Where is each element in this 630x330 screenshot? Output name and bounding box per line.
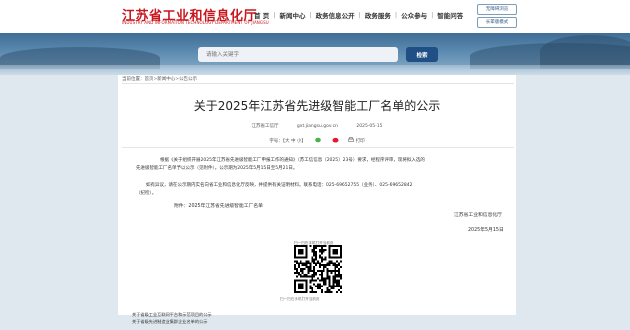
nav-public[interactable]: 公众参与 [397, 10, 431, 20]
printer-icon [348, 137, 355, 142]
qr-code-icon [294, 245, 342, 293]
breadcrumb-notices[interactable]: 公告公示 [179, 77, 197, 82]
site-header: 江苏省工业和信息化厅 INDUSTRY AND INFORMATION TECH… [0, 0, 630, 33]
related-links: 关于省级工业互联网平台和示范项目的公示 关于省级先进制造业集群企业名单的公示 [132, 312, 212, 325]
nav-home[interactable]: 首 页 [250, 10, 273, 20]
nav-news[interactable]: 新闻中心 [275, 10, 309, 20]
signature-date: 2025年5月15日 [468, 228, 504, 233]
paragraph-line: 先进级智能工厂名单予以公示（见附件）。公示期为2025年5月15日至5月21日。 [136, 166, 298, 172]
related-link[interactable]: 关于省级先进制造业集群企业名单的公示 [132, 319, 212, 326]
banner-water [0, 65, 630, 75]
nav-qa[interactable]: 智能问答 [433, 10, 467, 20]
main-nav: 首 页 | 新闻中心 | 政务信息公开 | 政务服务 | 公众参与 | 智能问答 [250, 10, 467, 20]
paragraph-line: （纪检）。 [136, 191, 157, 197]
paragraph-line: 根据《关于组织开展2025年江苏省先进级智能工厂申报工作的通知》（苏工信信息〔2… [160, 158, 425, 163]
article-paragraph: 根据《关于组织开展2025年江苏省先进级智能工厂申报工作的通知》（苏工信信息〔2… [118, 157, 516, 173]
nav-gov-info[interactable]: 政务信息公开 [312, 10, 359, 20]
article-date: 2025-05-15 [356, 124, 383, 129]
article-paragraph: 如有异议，请在公示期内实名向省工业和信息化厅反映，并提供有关证明材料。联系电话：… [118, 182, 516, 198]
breadcrumb-label: 当前位置： [122, 77, 145, 82]
breadcrumb: 当前位置：首页>新闻中心>公告公示 [122, 75, 514, 84]
weibo-share-icon[interactable] [332, 137, 340, 144]
breadcrumb-home[interactable]: 首页 [145, 77, 154, 82]
article-source: 江苏省工信厅 [251, 124, 279, 129]
article-title: 关于2025年江苏省先进级智能工厂名单的公示 [193, 99, 441, 113]
article-meta: 江苏省工信厅 gxt.jiangsu.gov.cn 2025-05-15 [118, 123, 516, 129]
wechat-share-icon[interactable] [315, 137, 323, 144]
site-subtitle: INDUSTRY AND INFORMATION TECHNOLOGY DEPA… [122, 20, 269, 25]
qr-caption: 扫一扫在手机打开当前页 [280, 297, 320, 301]
nav-gov-service[interactable]: 政务服务 [361, 10, 395, 20]
font-size-control[interactable]: 字号：【大 中 小】 [269, 139, 306, 144]
divider [122, 147, 514, 148]
related-link[interactable]: 关于省级工业互联网平台和示范项目的公示 [132, 312, 212, 319]
breadcrumb-news[interactable]: 新闻中心 [157, 77, 175, 82]
banner-hill [540, 35, 630, 69]
accessibility-button[interactable]: 无障碍浏览 [477, 4, 517, 15]
article-tools: 字号：【大 中 小】 打印 [118, 137, 516, 144]
search-button[interactable]: 检索 [406, 47, 438, 62]
paragraph-line: 如有异议，请在公示期内实名向省工业和信息化厅反映，并提供有关证明材料。联系电话：… [146, 183, 413, 188]
print-label: 打印 [355, 138, 365, 144]
search-input[interactable] [198, 47, 398, 62]
article-url: gxt.jiangsu.gov.cn [296, 124, 338, 129]
article-card: 当前位置：首页>新闻中心>公告公示 关于2025年江苏省先进级智能工厂名单的公示… [118, 75, 516, 315]
print-button[interactable]: 打印 [348, 137, 365, 144]
signature-org: 江苏省工业和信息化厅 [454, 213, 502, 218]
elder-mode-button[interactable]: 长辈版模式 [477, 17, 517, 28]
attachment-link[interactable]: 附件：2025年江苏省先进级智能工厂名单 [174, 202, 263, 209]
